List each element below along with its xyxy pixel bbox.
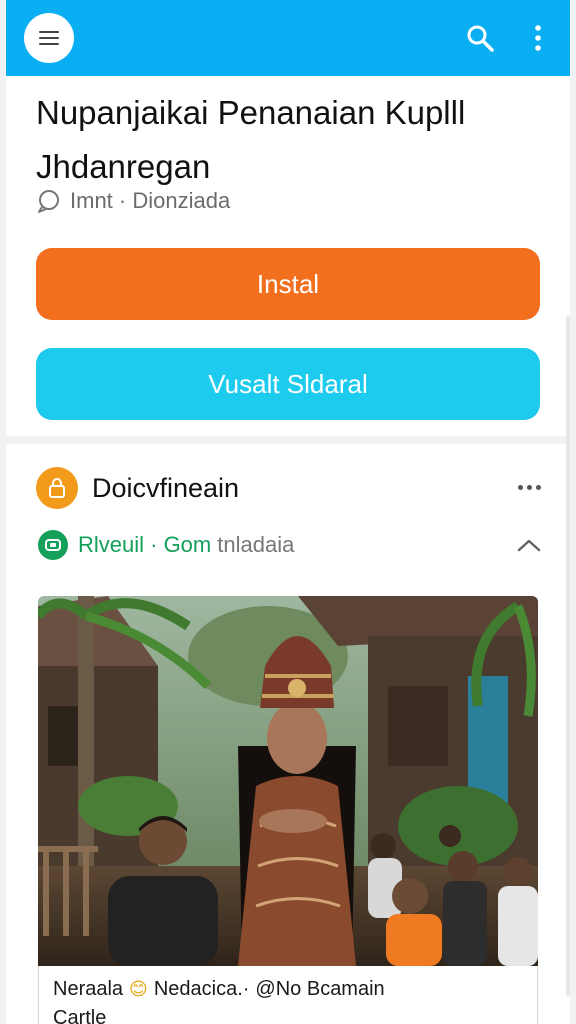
post-tag-extra: tnladaia xyxy=(217,532,295,557)
post-source-label[interactable]: Rlveuil · Gom xyxy=(78,532,211,558)
post-photo[interactable] xyxy=(38,596,538,966)
scrollbar[interactable] xyxy=(566,316,570,996)
hamburger-menu-icon xyxy=(39,31,59,45)
app-frame: Nupanjaikai Penanaian Kuplll Jhdanregan … xyxy=(6,0,570,1024)
chevron-up-icon xyxy=(517,539,541,552)
horizontal-dots-icon xyxy=(517,484,541,490)
article-meta: Imnt · Dionziada xyxy=(36,186,230,216)
photo-image xyxy=(38,596,538,966)
caption-part-3[interactable]: @No Bcamain xyxy=(255,978,384,1001)
green-badge-icon xyxy=(38,530,68,560)
lock-badge-icon xyxy=(49,478,65,498)
author-name[interactable]: Doicvfineain xyxy=(92,473,239,504)
search-icon xyxy=(467,25,494,52)
menu-button[interactable] xyxy=(24,13,74,63)
post-author-row: Doicvfineain xyxy=(36,466,546,510)
author-avatar[interactable] xyxy=(36,467,78,509)
section-divider xyxy=(6,436,570,444)
search-button[interactable] xyxy=(462,20,498,56)
post-more-button[interactable] xyxy=(512,472,546,502)
article-title: Nupanjaikai Penanaian Kuplll Jhdanregan xyxy=(36,94,466,185)
post-card: Doicvfineain Rlveuil · Gom tnladaia Nera… xyxy=(6,444,570,1024)
vertical-dots-icon xyxy=(535,25,541,51)
app-bar xyxy=(6,0,570,76)
caption-part-1: Neraala xyxy=(53,978,124,1000)
smile-emoji-icon: 😊 xyxy=(129,979,148,999)
caption-part-2: Nedacica.· xyxy=(153,978,250,1000)
article-meta-text: Imnt · Dionziada xyxy=(70,188,231,213)
article-card: Nupanjaikai Penanaian Kuplll Jhdanregan … xyxy=(6,76,570,436)
install-button[interactable]: Instal xyxy=(36,248,540,320)
comment-bubble-icon xyxy=(38,190,59,213)
overflow-menu-button[interactable] xyxy=(520,20,556,56)
caption-line-2: Cartle xyxy=(53,1007,107,1024)
visual-button[interactable]: Vusalt Sldaral xyxy=(36,348,540,420)
caption-line: Neraala 😊 Nedacica.· @No Bcamain xyxy=(53,978,523,1001)
post-tag-row: Rlveuil · Gom tnladaia xyxy=(38,528,548,562)
collapse-button[interactable] xyxy=(514,530,544,560)
photo-caption: Neraala 😊 Nedacica.· @No Bcamain Cartle xyxy=(38,966,538,1024)
